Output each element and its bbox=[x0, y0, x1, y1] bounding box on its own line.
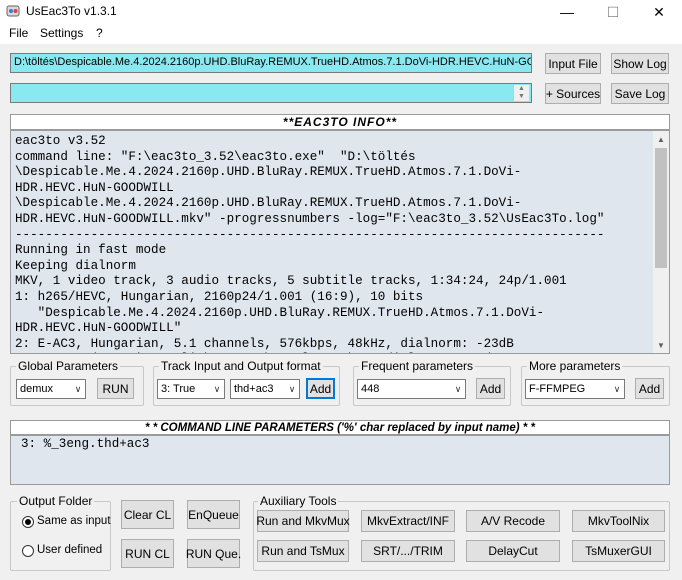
minimize-button[interactable]: — bbox=[544, 0, 590, 24]
run-and-tsmux-button[interactable]: Run and TsMux bbox=[257, 540, 349, 562]
tsmuxergui-button[interactable]: TsMuxerGUI bbox=[572, 540, 665, 562]
app-icon bbox=[6, 5, 20, 17]
chevron-down-icon: ∨ bbox=[288, 383, 296, 394]
global-run-button[interactable]: RUN bbox=[97, 378, 134, 399]
sources-spinner[interactable]: ▲ ▼ bbox=[513, 85, 529, 101]
info-log-area[interactable]: eac3to v3.52 command line: "F:\eac3to_3.… bbox=[10, 130, 670, 354]
chevron-down-icon: ∨ bbox=[613, 383, 621, 394]
mkvextract-button[interactable]: MkvExtract/INF bbox=[361, 510, 455, 532]
info-header: **EAC3TO INFO** bbox=[10, 114, 670, 130]
global-parameters-label: Global Parameters bbox=[16, 359, 121, 373]
menu-file[interactable]: File bbox=[9, 26, 28, 40]
mkvtoolnix-button[interactable]: MkvToolNix bbox=[572, 510, 665, 532]
cmdline-text: 3: %_3eng.thd+ac3 bbox=[21, 437, 150, 451]
maximize-button[interactable]: ☐ bbox=[590, 0, 636, 24]
window-title: UsEac3To v1.3.1 bbox=[26, 4, 117, 18]
more-parameters-select[interactable]: F-FFMPEG ∨ bbox=[525, 379, 625, 399]
scroll-up-icon[interactable]: ▲ bbox=[653, 131, 669, 147]
track-group-label: Track Input and Output format bbox=[159, 359, 323, 373]
output-folder-group bbox=[10, 501, 111, 571]
frequent-parameters-label: Frequent parameters bbox=[359, 359, 476, 373]
global-parameters-value: demux bbox=[20, 383, 54, 395]
more-parameters-value: F-FFMPEG bbox=[529, 383, 586, 395]
menu-settings[interactable]: Settings bbox=[40, 26, 83, 40]
more-parameters-label: More parameters bbox=[527, 359, 623, 373]
format-select[interactable]: thd+ac3 ∨ bbox=[230, 379, 300, 399]
frequent-parameters-select[interactable]: 448 ∨ bbox=[357, 379, 466, 399]
frequent-parameters-value: 448 bbox=[361, 383, 380, 395]
close-button[interactable]: ✕ bbox=[636, 0, 682, 24]
user-defined-label[interactable]: User defined bbox=[37, 544, 102, 556]
same-as-input-label[interactable]: Same as input bbox=[37, 515, 111, 527]
srt-trim-button[interactable]: SRT/.../TRIM bbox=[361, 540, 455, 562]
av-recode-button[interactable]: A/V Recode bbox=[466, 510, 560, 532]
scroll-thumb[interactable] bbox=[655, 148, 667, 268]
scroll-down-icon[interactable]: ▼ bbox=[653, 337, 669, 353]
sources-field[interactable] bbox=[10, 83, 532, 103]
run-and-mkvmux-button[interactable]: Run and MkvMux bbox=[256, 510, 350, 532]
clear-cl-button[interactable]: Clear CL bbox=[121, 500, 174, 529]
spinner-down-icon: ▼ bbox=[518, 93, 525, 100]
same-as-input-radio[interactable] bbox=[22, 516, 34, 528]
input-file-field[interactable]: D:\töltés\Despicable.Me.4.2024.2160p.UHD… bbox=[10, 53, 532, 73]
track-value: 3: True bbox=[161, 383, 196, 395]
input-file-button[interactable]: Input File bbox=[545, 53, 601, 74]
add-sources-button[interactable]: + Sources bbox=[545, 83, 601, 104]
run-queue-button[interactable]: RUN Que. bbox=[186, 539, 241, 568]
chevron-down-icon: ∨ bbox=[454, 383, 462, 394]
frequent-add-button[interactable]: Add bbox=[476, 378, 505, 399]
save-log-button[interactable]: Save Log bbox=[611, 83, 669, 104]
auxiliary-tools-label: Auxiliary Tools bbox=[258, 494, 339, 508]
enqueue-button[interactable]: EnQueue bbox=[187, 500, 240, 529]
chevron-down-icon: ∨ bbox=[213, 383, 221, 394]
track-add-button[interactable]: Add bbox=[306, 378, 335, 399]
user-defined-radio[interactable] bbox=[22, 545, 34, 557]
chevron-down-icon: ∨ bbox=[74, 383, 82, 394]
spinner-up-icon: ▲ bbox=[518, 85, 525, 92]
more-add-button[interactable]: Add bbox=[635, 378, 664, 399]
run-cl-button[interactable]: RUN CL bbox=[121, 539, 174, 568]
track-select[interactable]: 3: True ∨ bbox=[157, 379, 225, 399]
show-log-button[interactable]: Show Log bbox=[611, 53, 669, 74]
radio-dot bbox=[25, 519, 31, 525]
format-value: thd+ac3 bbox=[234, 383, 274, 395]
info-log-text: eac3to v3.52 command line: "F:\eac3to_3.… bbox=[15, 134, 605, 353]
delaycut-button[interactable]: DelayCut bbox=[466, 540, 560, 562]
cmdline-header: * * COMMAND LINE PARAMETERS ('%' char re… bbox=[10, 420, 670, 435]
menu-help[interactable]: ? bbox=[96, 26, 103, 40]
global-parameters-select[interactable]: demux ∨ bbox=[16, 379, 86, 399]
output-folder-label: Output Folder bbox=[17, 494, 95, 508]
